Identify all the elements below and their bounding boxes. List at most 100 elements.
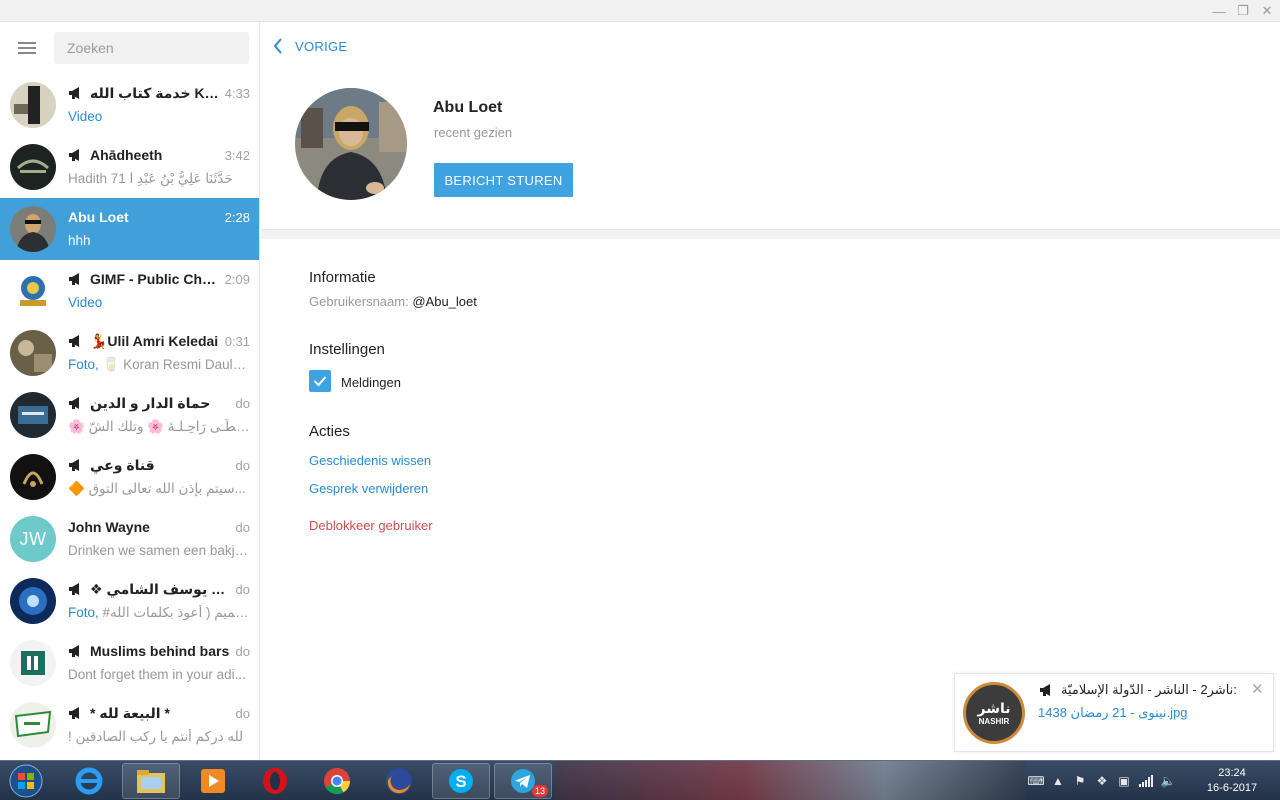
start-button[interactable] [4,763,48,799]
back-label: VORIGE [295,38,348,54]
chat-time: do [235,395,250,411]
unblock-user-link[interactable]: Deblokkeer gebruiker [309,518,433,533]
network-signal-icon[interactable] [1135,761,1157,800]
chat-time: 4:33 [224,85,250,101]
chat-list-item[interactable]: * البيعة لله * do ! لله دركم أنتم يا ركب ا… [0,694,259,756]
usb-device-icon[interactable]: ▣ [1113,761,1135,800]
username-line: Gebruikersnaam: @Abu_loet [309,294,477,309]
telegram-taskbar-button[interactable]: 13 [494,763,552,799]
chat-last-message: Video [68,295,250,310]
chat-last-message: Video [68,109,250,124]
chat-name-row: Muslims behind bars do [68,642,250,660]
chat-time: 2:28 [224,209,250,225]
internet-explorer-taskbar-button[interactable] [60,763,118,799]
notifications-checkbox[interactable] [309,370,331,392]
notification-close-button[interactable]: ✕ [1251,680,1264,698]
chrome-taskbar-button[interactable] [308,763,366,799]
checkmark-icon [313,376,327,387]
notifications-label[interactable]: Meldingen [341,375,401,390]
close-window-button[interactable]: ✕ [1256,2,1278,20]
chat-avatar [10,392,56,438]
chat-list-item[interactable]: Ahādheeth 3:42 Hadith 71 حَدَّثَنَا عَلِيُ… [0,136,259,198]
svg-text:S: S [455,772,466,791]
notification-body: نينوى - 21 رمضان 1438.jpg [1038,705,1188,720]
megaphone-icon [69,707,79,719]
menu-icon[interactable] [18,42,36,54]
megaphone-icon [69,87,79,99]
settings-section-title: Instellingen [309,341,385,358]
media-player-taskbar-button[interactable] [184,763,242,799]
skype-taskbar-button[interactable]: S [432,763,490,799]
chat-last-message: hhh [68,233,250,248]
back-button[interactable]: VORIGE [273,38,347,54]
minimize-button[interactable]: — [1208,2,1230,20]
action-center-flag-icon[interactable]: ⚑ [1069,761,1091,800]
chat-name: Abu Loet [68,209,129,225]
username-label: Gebruikersnaam: [309,294,409,309]
chat-last-message: Foto, 🥛 Koran Resmi Daula... [68,357,250,373]
maximize-icon: ❐ [1237,3,1249,18]
taskbar-background-decor [555,761,1025,800]
volume-icon[interactable]: 🔈 [1157,761,1179,800]
chat-time: 0:31 [224,333,250,349]
clear-history-link[interactable]: Geschiedenis wissen [309,453,431,468]
chat-name-row: GIMF - Public Chan... 2:09 [68,270,250,288]
taskbar-clock[interactable]: 23:24 16-6-2017 [1200,766,1264,796]
internet-explorer-icon [75,767,103,795]
profile-name: Abu Loet [433,99,503,116]
username-value[interactable]: @Abu_loet [412,294,477,309]
notification-title: ناشر2 - الناشر - الدّولة الإسلاميّة: [1061,682,1237,697]
message-preview-text: 🔶 سيتم بإذن الله تعالى التوق... [68,481,246,496]
firefox-taskbar-button[interactable] [370,763,428,799]
chat-last-message: ! لله دركم أنتم يا ركب الصادقين [68,729,250,745]
opera-taskbar-button[interactable] [246,763,304,799]
chrome-icon [324,768,351,795]
chat-avatar [10,330,56,376]
message-preview-text: ! لله دركم أنتم يا ركب الصادقين [68,729,244,744]
telegram-unread-badge: 13 [531,785,548,797]
chat-list-item[interactable]: GIMF - Public Chan... 2:09 Video [0,260,259,322]
search-input[interactable] [54,32,249,64]
chat-time: do [235,705,250,721]
delete-chat-link[interactable]: Gesprek verwijderen [309,481,428,496]
chat-list-item[interactable]: Muslims behind bars do Dont forget them in… [0,632,259,694]
system-tray: ⌨ ▲ ⚑ ❖ ▣ 🔈 [1025,761,1179,800]
chat-name: John Wayne [68,519,150,535]
media-player-icon [201,769,225,793]
actions-section-title: Acties [309,423,350,440]
megaphone-icon [69,459,79,471]
message-media-type: Video [68,295,103,310]
chat-time: do [235,519,250,535]
maximize-button[interactable]: ❐ [1232,2,1254,20]
chat-list-item[interactable]: JW John Wayne do Drinken we samen een bakje… [0,508,259,570]
message-media-type: Foto, [68,605,99,620]
chat-name: خدمة كتاب الله Koran... [90,84,219,101]
windows-taskbar: S 13 ⌨ ▲ ⚑ ❖ ▣ 🔈 23:24 16-6-2017 [0,760,1280,800]
profile-status: recent gezien [434,125,513,140]
windows-logo-icon [9,764,43,798]
chat-avatar: JW [10,516,56,562]
message-preview-text: 🥛 Koran Resmi Daula... [98,357,250,372]
message-preview-text: #تصميم ( أعوذ بكلمات الله... [102,605,250,620]
show-hidden-icons-icon[interactable]: ▲ [1047,761,1069,800]
chat-name: قناة وعي [90,456,155,473]
minimize-icon: — [1212,3,1226,19]
chat-list-item[interactable]: Abu Loet 2:28 hhh [0,198,259,260]
dropbox-icon[interactable]: ❖ [1091,761,1113,800]
chat-list-item[interactable]: 💃Ulil Amri Keledai 0:31 Foto, 🥛 Koran Resm… [0,322,259,384]
chat-list-item[interactable]: ❖ أبو يوسف الشامي ❖ do Foto, #تصميم ( أعوذ… [0,570,259,632]
message-notification[interactable]: ناشر NASHIR ناشر2 - الناشر - الدّولة الإ… [954,673,1274,752]
send-message-button[interactable]: BERICHT STUREN [434,163,573,197]
chat-name: ❖ أبو يوسف الشامي ❖ [90,580,230,597]
file-explorer-taskbar-button[interactable] [122,763,180,799]
chat-list-item[interactable]: خدمة كتاب الله Koran... 4:33 Video [0,74,259,136]
megaphone-icon [69,645,79,657]
chat-name: 💃Ulil Amri Keledai [90,332,219,349]
profile-avatar[interactable] [295,88,407,200]
profile-panel: VORIGE Abu Loet recent gezien BERICHT ST… [261,22,1280,760]
chat-list-item[interactable]: حماة الدار و الدين do 🌸 خِـطّـى رَاحِـلـهٔ… [0,384,259,446]
chat-last-message: Drinken we samen een bakje ... [68,543,250,558]
chat-list-item[interactable]: قناة وعي do 🔶 سيتم بإذن الله تعالى التوق..… [0,446,259,508]
chat-avatar [10,578,56,624]
keyboard-icon[interactable]: ⌨ [1025,761,1047,800]
